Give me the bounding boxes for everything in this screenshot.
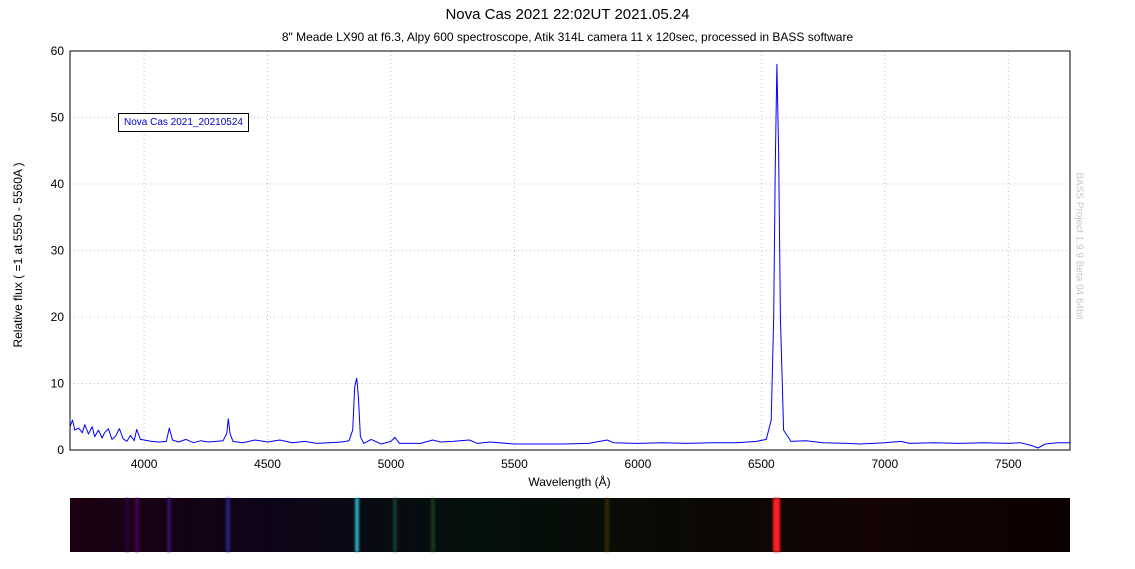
x-tick-label: 4500 <box>254 457 281 471</box>
x-tick-label: 7000 <box>871 457 898 471</box>
axis-ticks: 4000 4500 5000 5500 6000 6500 7000 7500 0 10 20 30 4… <box>51 44 1022 471</box>
spectrum-chart: 4000 4500 5000 5500 6000 6500 7000 7500 0 10 20 30 4… <box>51 44 1071 471</box>
emission-line-band <box>167 498 172 552</box>
emission-line-band <box>226 498 231 552</box>
spectrum-color-strip <box>70 498 1070 552</box>
emission-line-band <box>773 498 781 552</box>
y-tick-label: 20 <box>51 310 65 324</box>
emission-line-band <box>354 498 359 552</box>
emission-line-band <box>392 498 397 552</box>
y-tick-label: 50 <box>51 111 65 125</box>
x-tick-label: 4000 <box>131 457 158 471</box>
x-tick-label: 6000 <box>625 457 652 471</box>
legend-box: Nova Cas 2021_20210524 <box>118 113 249 132</box>
emission-line-band <box>124 498 129 552</box>
y-tick-label: 60 <box>51 44 65 58</box>
emission-line-band <box>605 498 610 552</box>
grid-lines <box>70 51 1070 450</box>
emission-line-band <box>430 498 435 552</box>
x-tick-label: 5000 <box>378 457 405 471</box>
y-tick-label: 0 <box>57 443 64 457</box>
y-tick-label: 40 <box>51 177 65 191</box>
y-tick-label: 30 <box>51 244 65 258</box>
y-tick-label: 10 <box>51 377 65 391</box>
x-tick-label: 7500 <box>995 457 1022 471</box>
x-tick-label: 6500 <box>748 457 775 471</box>
emission-line-band <box>134 498 139 552</box>
x-tick-label: 5500 <box>501 457 528 471</box>
